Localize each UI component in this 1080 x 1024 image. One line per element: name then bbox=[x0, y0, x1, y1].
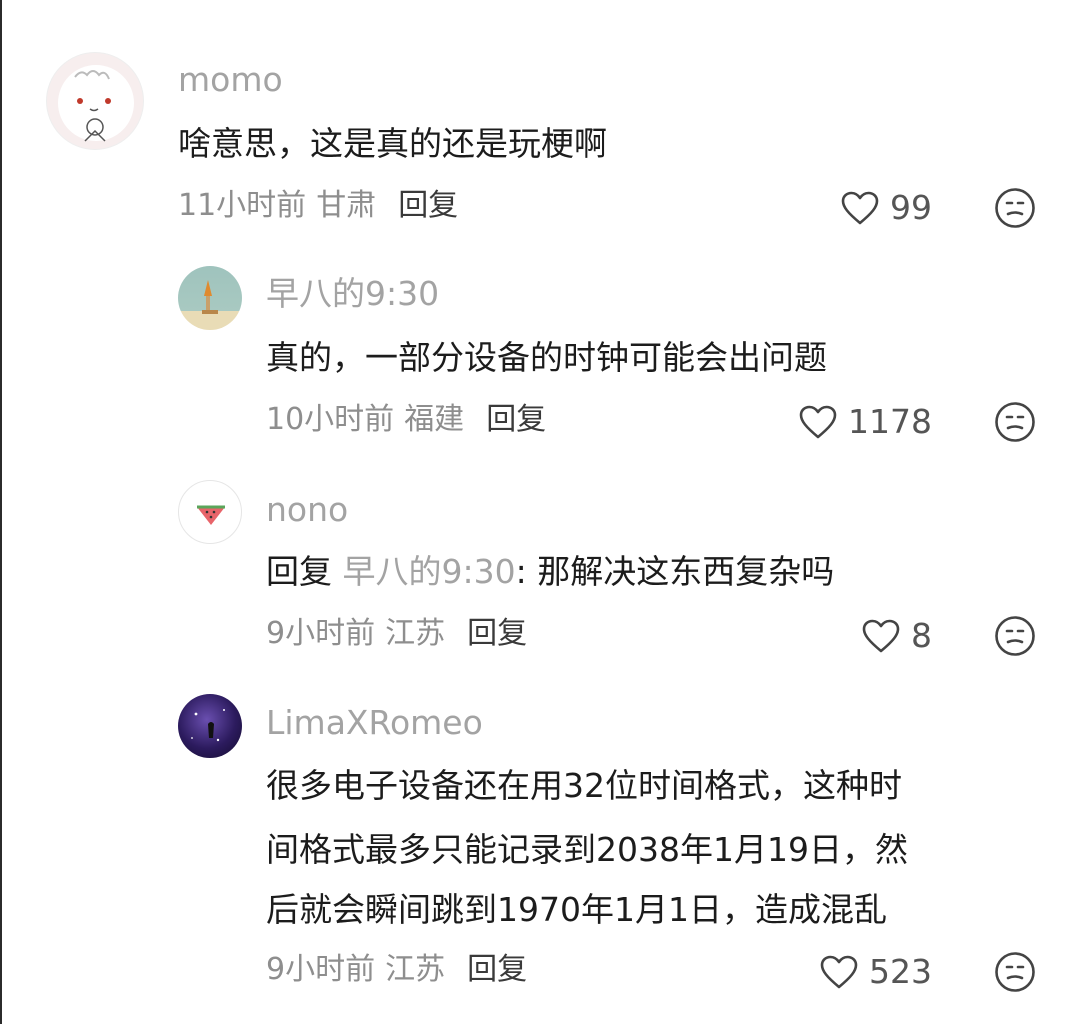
comment-text: 回复 早八的9:30: 那解决这东西复杂吗 bbox=[266, 540, 834, 604]
like-button[interactable]: 8 bbox=[861, 616, 932, 656]
comment-text: 真的，一部分设备的时钟可能会出问题 bbox=[266, 338, 827, 377]
comment-location: 江苏 bbox=[385, 952, 446, 987]
username[interactable]: nono bbox=[266, 490, 348, 530]
heart-outline-icon bbox=[820, 955, 858, 989]
heart-outline-icon bbox=[841, 191, 879, 225]
like-count: 99 bbox=[890, 188, 932, 227]
avatar[interactable] bbox=[178, 694, 242, 758]
comment-text-line: 后就会瞬间跳到1970年1月1日，造成混乱 bbox=[266, 890, 887, 929]
comment-location: 甘肃 bbox=[316, 188, 377, 223]
comment-time: 10小时前 bbox=[266, 402, 395, 437]
avatar[interactable] bbox=[178, 480, 242, 544]
like-button[interactable]: 523 bbox=[819, 952, 932, 992]
meh-face-icon[interactable] bbox=[994, 951, 1036, 993]
username[interactable]: LimaXRomeo bbox=[266, 703, 483, 743]
comment-meta: 9小时前 江苏 回复 bbox=[266, 614, 527, 654]
like-count: 1178 bbox=[848, 402, 932, 441]
comment-meta: 11小时前 甘肃 回复 bbox=[178, 186, 458, 226]
meh-face-icon[interactable] bbox=[994, 615, 1036, 657]
heart-outline-icon bbox=[862, 619, 900, 653]
username[interactable]: 早八的9:30 bbox=[266, 274, 439, 314]
comment-time: 9小时前 bbox=[266, 952, 376, 987]
heart-outline-icon bbox=[799, 405, 837, 439]
comment-time: 11小时前 bbox=[178, 188, 307, 223]
comment-location: 福建 bbox=[404, 402, 465, 437]
like-count: 8 bbox=[911, 616, 932, 655]
avatar[interactable] bbox=[46, 52, 144, 150]
reply-button[interactable]: 回复 bbox=[467, 952, 527, 987]
comment-text-line: 很多电子设备还在用32位时间格式，这种时 bbox=[266, 766, 902, 805]
comment-meta: 9小时前 江苏 回复 bbox=[266, 950, 527, 990]
comment-text-body: : 那解决这东西复杂吗 bbox=[515, 552, 835, 591]
reply-button[interactable]: 回复 bbox=[486, 402, 546, 437]
comment-text-line: 间格式最多只能记录到2038年1月19日，然 bbox=[266, 830, 908, 869]
username[interactable]: momo bbox=[178, 60, 283, 100]
comment-time: 9小时前 bbox=[266, 616, 376, 651]
left-edge-rule bbox=[0, 0, 2, 1024]
like-button[interactable]: 99 bbox=[840, 188, 932, 228]
reply-button[interactable]: 回复 bbox=[467, 616, 527, 651]
like-button[interactable]: 1178 bbox=[798, 402, 932, 442]
meh-face-icon[interactable] bbox=[994, 401, 1036, 443]
like-count: 523 bbox=[869, 952, 932, 991]
reply-button[interactable]: 回复 bbox=[398, 188, 458, 223]
comment-location: 江苏 bbox=[385, 616, 446, 651]
avatar[interactable] bbox=[178, 266, 242, 330]
reply-target-username[interactable]: 早八的9:30 bbox=[343, 552, 516, 591]
reply-prefix: 回复 bbox=[266, 552, 332, 591]
comment-text: 啥意思，这是真的还是玩梗啊 bbox=[178, 124, 607, 163]
comment-meta: 10小时前 福建 回复 bbox=[266, 400, 546, 440]
meh-face-icon[interactable] bbox=[994, 187, 1036, 229]
